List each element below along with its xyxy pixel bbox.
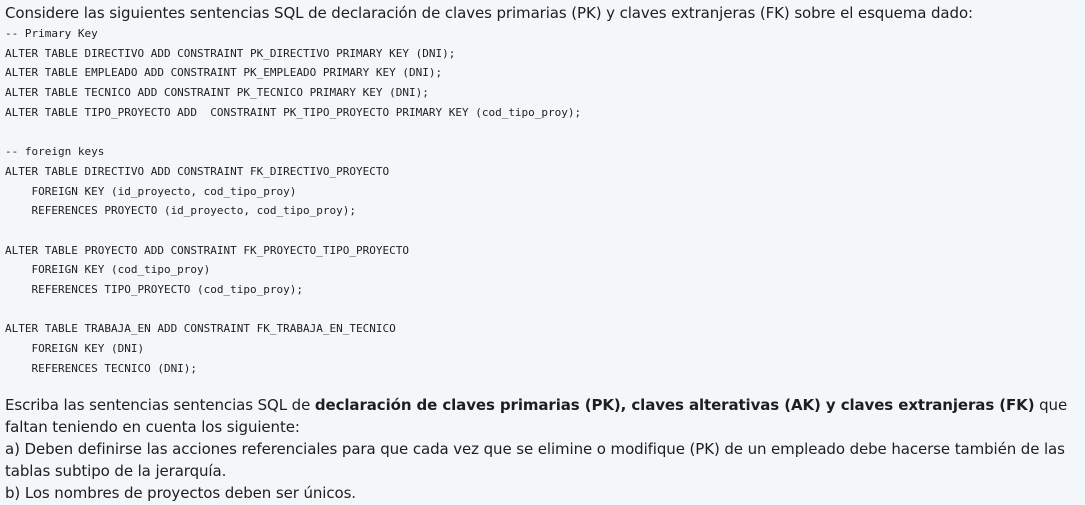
requirement-a: a) Deben definirse las acciones referenc…: [5, 440, 1065, 480]
code-line: FOREIGN KEY (id_proyecto, cod_tipo_proy): [5, 184, 297, 198]
intro-text: Considere las siguientes sentencias SQL …: [5, 4, 973, 22]
code-line: -- foreign keys: [5, 145, 105, 159]
exercise-page: Considere las siguientes sentencias SQL …: [0, 0, 1085, 505]
code-line: ALTER TABLE PROYECTO ADD CONSTRAINT FK_P…: [5, 243, 409, 257]
task-statement: Escriba las sentencias sentencias SQL de…: [0, 394, 1085, 504]
code-line: ALTER TABLE TECNICO ADD CONSTRAINT PK_TE…: [5, 86, 429, 100]
task-instructions: Escriba las sentencias sentencias SQL de…: [5, 394, 1085, 438]
code-line: ALTER TABLE DIRECTIVO ADD CONSTRAINT PK_…: [5, 46, 456, 60]
task-prefix: Escriba las sentencias sentencias SQL de: [5, 396, 315, 414]
code-line: -- Primary Key: [5, 27, 98, 40]
code-line: ALTER TABLE EMPLEADO ADD CONSTRAINT PK_E…: [5, 66, 443, 80]
code-line: REFERENCES TIPO_PROYECTO (cod_tipo_proy)…: [5, 282, 304, 296]
code-line: ALTER TABLE TRABAJA_EN ADD CONSTRAINT FK…: [5, 322, 396, 336]
code-line: REFERENCES TECNICO (DNI);: [5, 361, 198, 375]
code-line: FOREIGN KEY (DNI): [5, 342, 145, 355]
code-line: FOREIGN KEY (cod_tipo_proy): [5, 263, 211, 277]
code-line: REFERENCES PROYECTO (id_proyecto, cod_ti…: [5, 204, 356, 218]
sql-code-block: -- Primary Key ALTER TABLE DIRECTIVO ADD …: [5, 24, 581, 378]
requirement-b: b) Los nombres de proyectos deben ser ún…: [5, 484, 356, 502]
code-line: ALTER TABLE DIRECTIVO ADD CONSTRAINT FK_…: [5, 164, 390, 178]
code-line: ALTER TABLE TIPO_PROYECTO ADD CONSTRAINT…: [5, 105, 582, 119]
task-emphasis: declaración de claves primarias (PK), cl…: [314, 396, 1035, 414]
